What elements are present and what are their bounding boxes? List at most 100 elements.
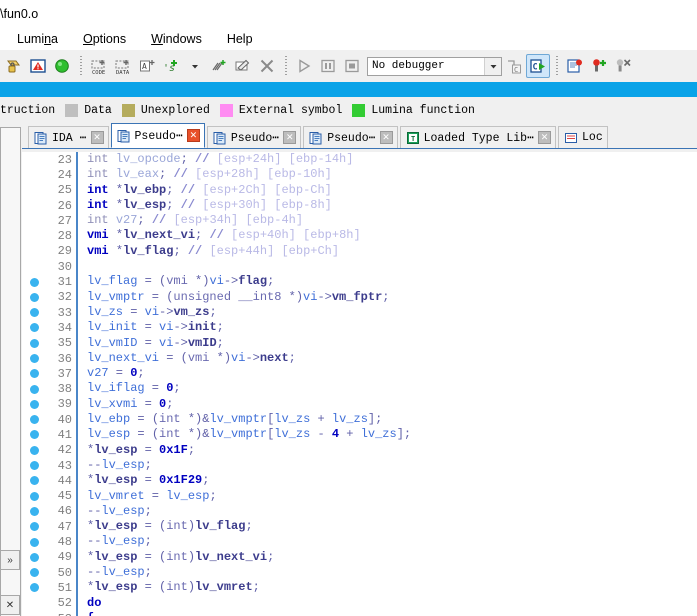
- code-text[interactable]: lv_vmptr = (unsigned __int8 *)vi->vm_fpt…: [78, 290, 389, 305]
- lumina-icon[interactable]: [2, 54, 26, 78]
- code-line[interactable]: 47 *lv_esp = (int)lv_flag;: [22, 519, 697, 535]
- breakpoint-dot-icon[interactable]: [29, 491, 39, 501]
- breakpoint-dot-icon[interactable]: [29, 506, 39, 516]
- code-line[interactable]: 50 --lv_esp;: [22, 565, 697, 581]
- add-breakpoint-icon[interactable]: [587, 54, 611, 78]
- breakpoint-dot-icon[interactable]: [29, 476, 39, 486]
- code-text[interactable]: lv_esp = (int *)&lv_vmptr[lv_zs - 4 + lv…: [78, 427, 411, 442]
- code-text[interactable]: --lv_esp;: [78, 504, 152, 519]
- breakpoint-gutter[interactable]: [22, 354, 46, 363]
- menu-help[interactable]: Help: [224, 31, 256, 47]
- code-text[interactable]: vmi *lv_flag; // [esp+44h] [ebp+Ch]: [78, 244, 339, 259]
- tab-ida-view[interactable]: IDA ⋯ ✕: [28, 126, 109, 148]
- code-text[interactable]: int *lv_esp; // [esp+30h] [ebp-8h]: [78, 198, 332, 213]
- code-text[interactable]: *lv_esp = 0x1F;: [78, 443, 195, 458]
- dock-close-bottom-button[interactable]: ✕: [0, 595, 20, 615]
- code-line[interactable]: 43 --lv_esp;: [22, 457, 697, 474]
- code-line[interactable]: 35 lv_vmID = vi->vmID;: [22, 335, 697, 351]
- menu-lumina[interactable]: Lumina: [14, 31, 61, 47]
- code-line[interactable]: 39 lv_xvmi = 0;: [22, 396, 697, 413]
- breakpoint-gutter[interactable]: [22, 476, 46, 486]
- breakpoint-gutter[interactable]: [22, 491, 46, 501]
- code-text[interactable]: do: [78, 596, 101, 611]
- code-line[interactable]: 30: [22, 259, 697, 275]
- code-text[interactable]: int *lv_ebp; // [esp+2Ch] [ebp-Ch]: [78, 183, 332, 198]
- code-text[interactable]: lv_vmret = lv_esp;: [78, 489, 217, 504]
- make-struct-icon[interactable]: 's: [159, 54, 183, 78]
- code-line[interactable]: 38 lv_iflag = 0;: [22, 381, 697, 397]
- breakpoint-gutter[interactable]: [22, 415, 46, 425]
- breakpoint-dot-icon[interactable]: [29, 461, 39, 471]
- code-line[interactable]: 42 *lv_esp = 0x1F;: [22, 442, 697, 458]
- code-text[interactable]: lv_init = vi->init;: [78, 320, 224, 335]
- breakpoint-gutter[interactable]: [22, 552, 46, 562]
- tab-local-types[interactable]: Loc: [558, 126, 608, 148]
- dock-expand-button[interactable]: »: [0, 550, 20, 570]
- breakpoint-dot-icon[interactable]: [29, 338, 39, 348]
- code-line[interactable]: 52 do: [22, 595, 697, 611]
- make-code-icon[interactable]: CODE: [87, 54, 111, 78]
- breakpoint-dot-icon[interactable]: [29, 568, 39, 578]
- green-circle-icon[interactable]: [50, 54, 74, 78]
- code-line[interactable]: 44 *lv_esp = 0x1F29;: [22, 473, 697, 489]
- breakpoint-gutter[interactable]: [22, 430, 46, 440]
- code-text[interactable]: int lv_opcode; // [esp+24h] [ebp-14h]: [78, 152, 353, 167]
- undefine-icon[interactable]: [255, 54, 279, 78]
- breakpoint-dot-icon[interactable]: [29, 292, 39, 302]
- breakpoint-dot-icon[interactable]: [29, 522, 39, 532]
- code-text[interactable]: lv_flag = (vmi *)vi->flag;: [78, 274, 274, 289]
- close-icon[interactable]: ✕: [283, 131, 297, 144]
- make-ascii-icon[interactable]: A: [135, 54, 159, 78]
- step-over-source-icon[interactable]: C: [526, 54, 550, 78]
- code-text[interactable]: lv_zs = vi->vm_zs;: [78, 305, 217, 320]
- code-text[interactable]: lv_iflag = 0;: [78, 381, 181, 396]
- navigator-band[interactable]: [0, 82, 697, 97]
- code-text[interactable]: v27 = 0;: [78, 366, 145, 381]
- close-icon[interactable]: ✕: [90, 131, 104, 144]
- edit-function-icon[interactable]: [231, 54, 255, 78]
- breakpoint-gutter[interactable]: [22, 308, 46, 318]
- code-text[interactable]: lv_vmID = vi->vmID;: [78, 336, 224, 351]
- code-line[interactable]: 25 int *lv_ebp; // [esp+2Ch] [ebp-Ch]: [22, 182, 697, 198]
- breakpoint-gutter[interactable]: [22, 384, 46, 394]
- code-text[interactable]: int lv_eax; // [esp+28h] [ebp-10h]: [78, 167, 332, 182]
- code-text[interactable]: vmi *lv_next_vi; // [esp+40h] [ebp+8h]: [78, 228, 361, 243]
- breakpoint-gutter[interactable]: [22, 369, 46, 379]
- close-icon[interactable]: ✕: [379, 131, 393, 144]
- code-line[interactable]: 40 lv_ebp = (int *)&lv_vmptr[lv_zs + lv_z…: [22, 412, 697, 428]
- code-line[interactable]: 48 --lv_esp;: [22, 534, 697, 550]
- breakpoint-gutter[interactable]: [22, 522, 46, 532]
- breakpoint-gutter[interactable]: [22, 583, 46, 593]
- close-icon[interactable]: ✕: [538, 131, 552, 144]
- breakpoint-dot-icon[interactable]: [29, 384, 39, 394]
- breakpoint-dot-icon[interactable]: [29, 537, 39, 547]
- close-icon[interactable]: ✕: [186, 129, 200, 142]
- breakpoint-dot-icon[interactable]: [29, 399, 39, 409]
- code-line[interactable]: 27 int v27; // [esp+34h] [ebp-4h]: [22, 213, 697, 229]
- breakpoint-gutter[interactable]: [22, 338, 46, 348]
- code-line[interactable]: 51 *lv_esp = (int)lv_vmret;: [22, 580, 697, 596]
- code-text[interactable]: lv_ebp = (int *)&lv_vmptr[lv_zs + lv_zs]…: [78, 412, 382, 427]
- run-icon[interactable]: [292, 54, 316, 78]
- code-line[interactable]: 31 lv_flag = (vmi *)vi->flag;: [22, 274, 697, 290]
- breakpoint-dot-icon[interactable]: [29, 445, 39, 455]
- code-line[interactable]: 23 int lv_opcode; // [esp+24h] [ebp-14h]: [22, 152, 697, 168]
- code-line[interactable]: 53 {: [22, 610, 697, 616]
- breakpoint-dot-icon[interactable]: [29, 369, 39, 379]
- code-line[interactable]: 34 lv_init = vi->init;: [22, 320, 697, 336]
- step-into-source-icon[interactable]: C: [502, 54, 526, 78]
- code-text[interactable]: *lv_esp = (int)lv_flag;: [78, 519, 253, 534]
- code-text[interactable]: *lv_esp = (int)lv_next_vi;: [78, 550, 274, 565]
- code-text[interactable]: {: [78, 611, 94, 616]
- breakpoint-gutter[interactable]: [22, 399, 46, 409]
- breakpoint-gutter[interactable]: [22, 445, 46, 455]
- pseudocode-view[interactable]: 23 int lv_opcode; // [esp+24h] [ebp-14h] 2…: [22, 152, 697, 616]
- make-array-icon[interactable]: [207, 54, 231, 78]
- breakpoint-dot-icon[interactable]: [29, 277, 39, 287]
- delete-breakpoint-icon[interactable]: [611, 54, 635, 78]
- breakpoint-gutter[interactable]: [22, 506, 46, 516]
- tab-pseudocode-2[interactable]: Pseudo⋯ ✕: [206, 126, 302, 148]
- code-line[interactable]: 29 vmi *lv_flag; // [esp+44h] [ebp+Ch]: [22, 243, 697, 260]
- breakpoint-gutter[interactable]: [22, 277, 46, 287]
- chevron-down-icon[interactable]: [183, 54, 207, 78]
